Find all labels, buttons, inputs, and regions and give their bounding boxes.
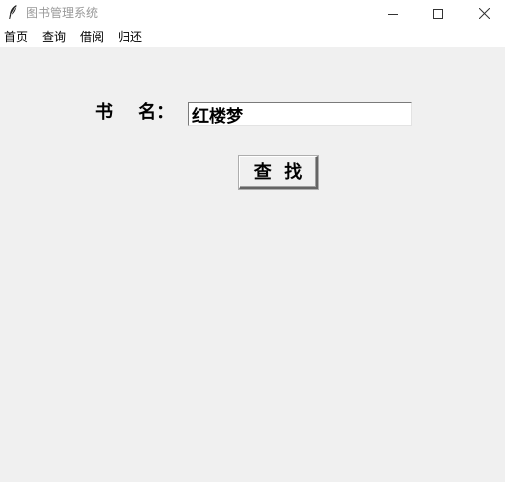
app-window: 图书管理系统 首页 查询 借阅 归还 书 名： 查 找 [0, 0, 505, 482]
book-name-input[interactable] [188, 102, 412, 126]
book-name-label: 书 名： [95, 102, 175, 123]
window-title: 图书管理系统 [26, 6, 99, 20]
minimize-button[interactable] [370, 0, 416, 26]
menu-bar: 首页 查询 借阅 归还 [0, 26, 505, 47]
menu-item-return[interactable]: 归还 [118, 29, 142, 45]
close-icon [478, 4, 490, 23]
close-button[interactable] [461, 0, 505, 26]
menu-item-query[interactable]: 查询 [42, 29, 66, 45]
feather-icon [6, 4, 20, 20]
minimize-icon [388, 4, 398, 23]
title-bar[interactable]: 图书管理系统 [0, 0, 505, 26]
search-button[interactable]: 查 找 [239, 156, 318, 189]
maximize-icon [433, 4, 443, 23]
menu-item-home[interactable]: 首页 [4, 29, 28, 45]
menu-item-borrow[interactable]: 借阅 [80, 29, 104, 45]
maximize-button[interactable] [415, 0, 461, 26]
